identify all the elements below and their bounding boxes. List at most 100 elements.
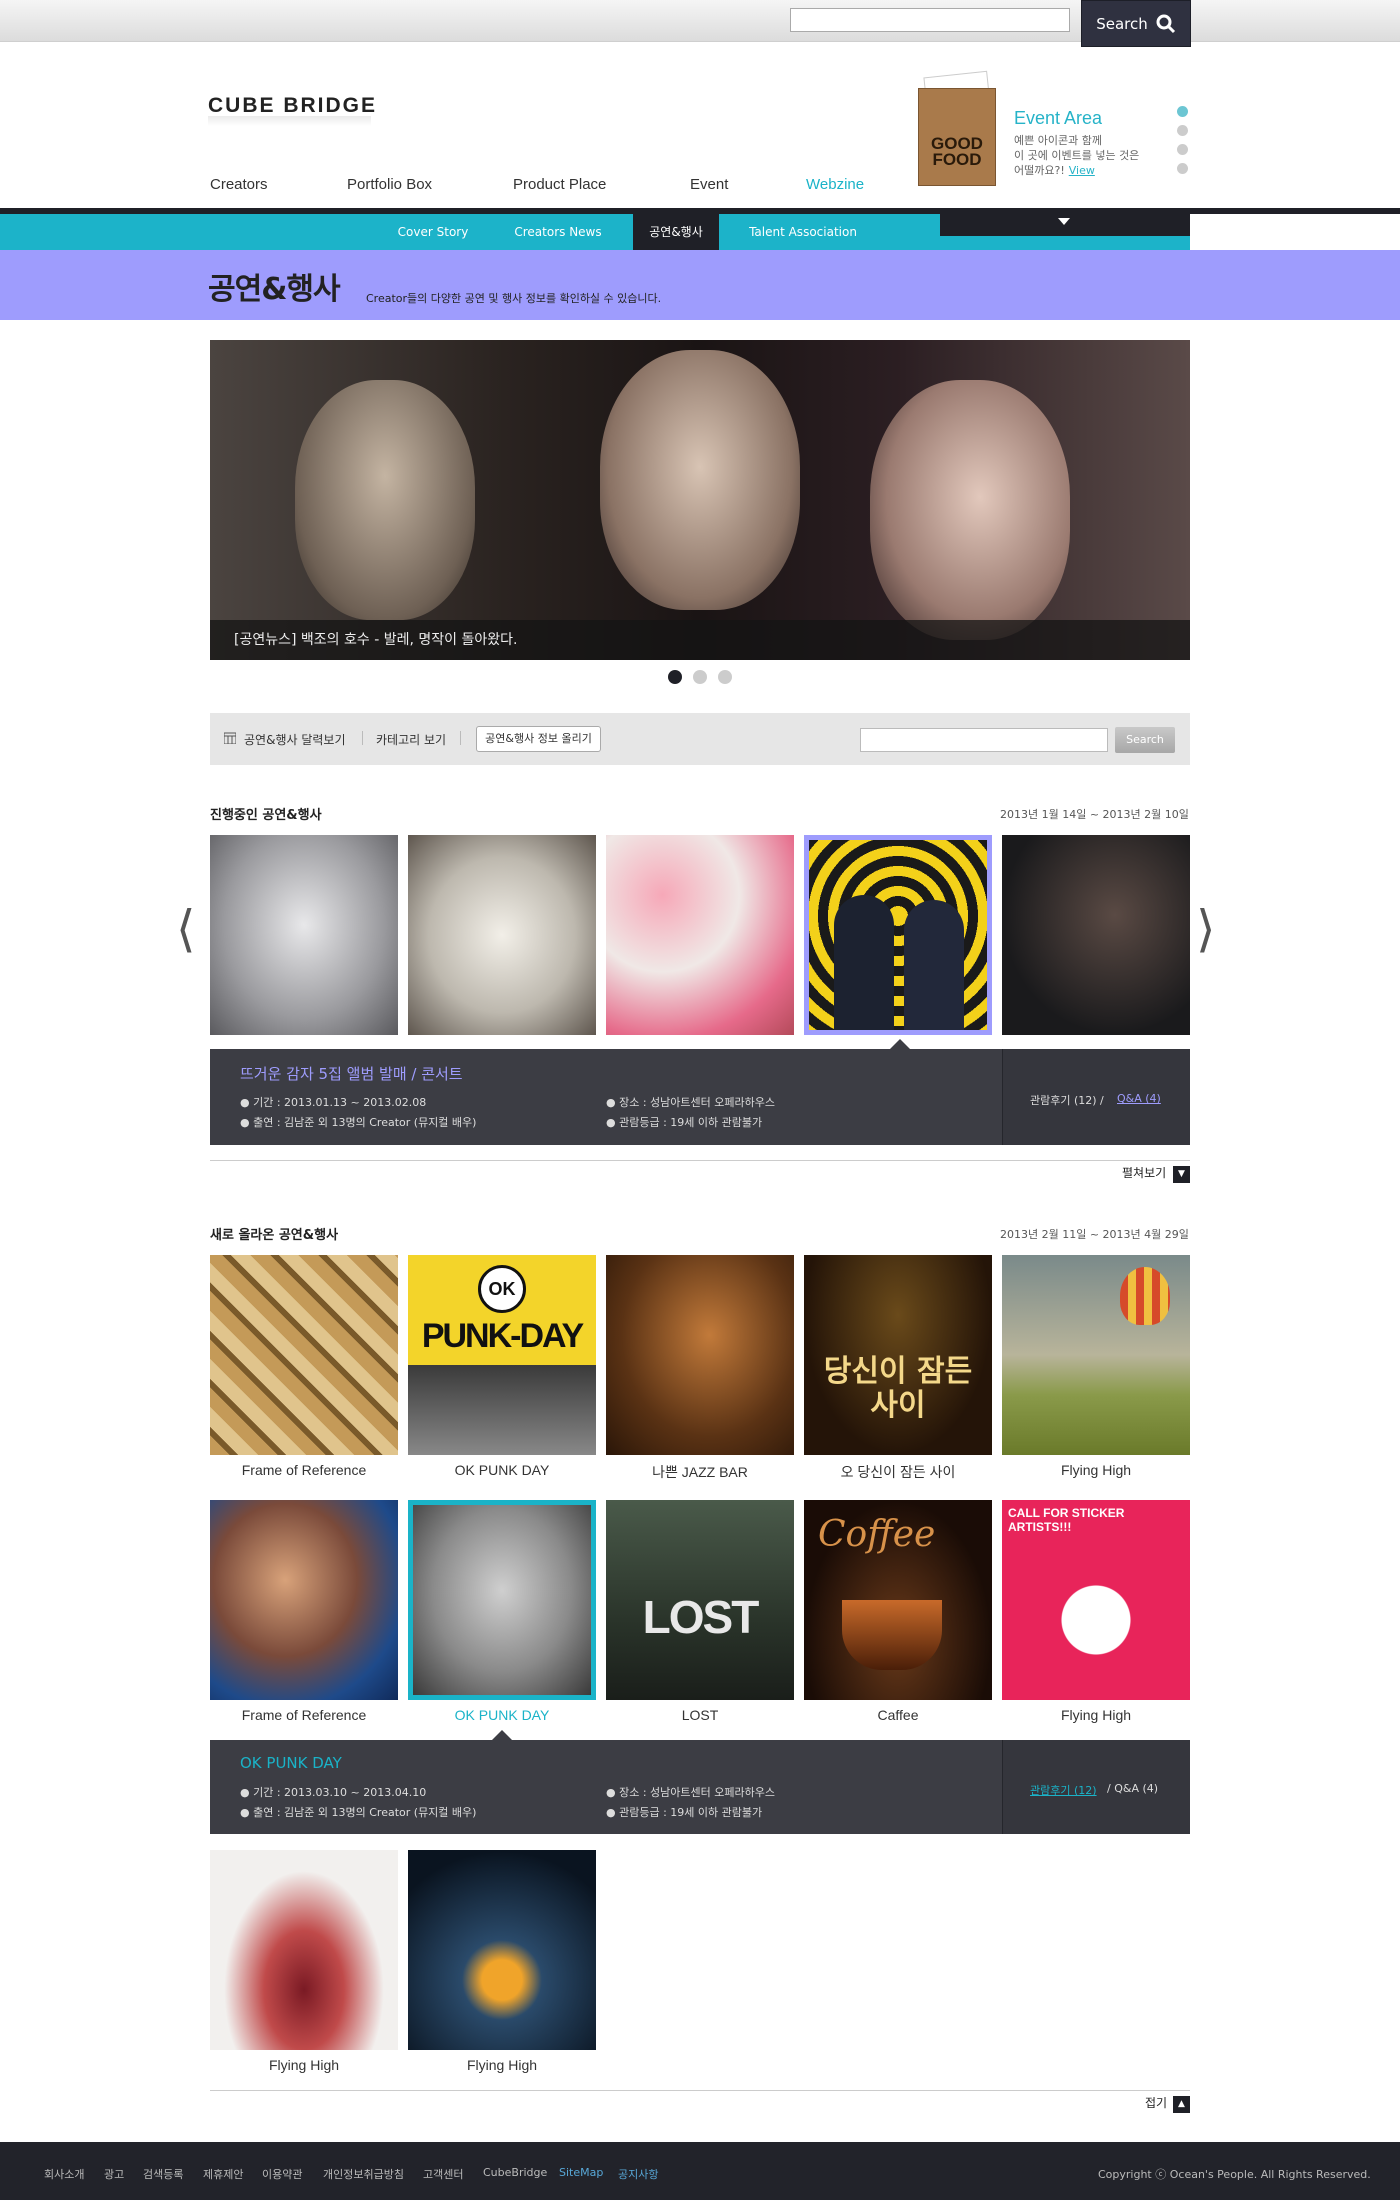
chevron-left-icon[interactable]: ⟨ bbox=[176, 900, 196, 958]
poster-musical-text: 당신이 잠든사이 bbox=[823, 1354, 973, 1423]
thumb-label[interactable]: OK PUNK DAY bbox=[408, 1462, 596, 1478]
thumb-label[interactable]: Caffee bbox=[804, 1707, 992, 1723]
subnav-talent-association[interactable]: Talent Association bbox=[738, 214, 868, 250]
footer-link[interactable]: 이용약관 bbox=[262, 2166, 302, 2182]
poster-punk-text: PUNK-DAY bbox=[421, 1317, 584, 1355]
event-pager-dot[interactable] bbox=[1177, 106, 1188, 117]
hero-portrait bbox=[870, 380, 1070, 640]
thumb-label[interactable]: Flying High bbox=[1002, 1707, 1190, 1723]
hero-pager-dot[interactable] bbox=[668, 670, 682, 684]
upload-event-button[interactable]: 공연&행사 정보 올리기 bbox=[476, 726, 601, 752]
selection-pointer bbox=[492, 1730, 512, 1740]
hero-pager-dot[interactable] bbox=[693, 670, 707, 684]
newly-review-link[interactable]: 관람후기 (12) bbox=[1030, 1782, 1097, 1798]
event-search-input[interactable] bbox=[860, 728, 1108, 752]
collapse-arrow-icon[interactable]: ▲ bbox=[1173, 2096, 1190, 2113]
newly-panel-title[interactable]: OK PUNK DAY bbox=[240, 1754, 342, 1772]
ongoing-title: 진행중인 공연&행사 bbox=[210, 808, 322, 823]
event-pager-dot[interactable] bbox=[1177, 163, 1188, 174]
thumb-label[interactable]: Frame of Reference bbox=[210, 1462, 398, 1478]
thumb-label-selected[interactable]: OK PUNK DAY bbox=[408, 1707, 596, 1723]
thumb-duo-selected[interactable] bbox=[804, 835, 992, 1035]
footer-link[interactable]: 검색등록 bbox=[143, 2166, 183, 2182]
thumb-label[interactable]: 나쁜 JAZZ BAR bbox=[606, 1462, 794, 1482]
category-view-link[interactable]: 카테고리 보기 bbox=[376, 731, 446, 748]
gnb-webzine[interactable]: Webzine bbox=[806, 176, 864, 193]
thumb-label[interactable]: Flying High bbox=[210, 2057, 398, 2073]
thumb-label[interactable]: Flying High bbox=[408, 2057, 596, 2073]
gnb-creators[interactable]: Creators bbox=[210, 176, 268, 193]
expand-arrow-icon[interactable]: ▼ bbox=[1173, 1166, 1190, 1183]
page-title: 공연&행사 bbox=[208, 272, 341, 307]
poster-coffee-text: Coffee bbox=[818, 1514, 936, 1555]
footer-link[interactable]: 회사소개 bbox=[44, 2166, 84, 2182]
thumb-musical[interactable]: 당신이 잠든사이 bbox=[804, 1255, 992, 1455]
thumb-punk-day[interactable]: OK PUNK-DAY bbox=[408, 1255, 596, 1455]
gnb-portfolio-box[interactable]: Portfolio Box bbox=[347, 176, 432, 193]
footer-link[interactable]: 고객센터 bbox=[423, 2166, 463, 2182]
thumb-william[interactable] bbox=[1002, 835, 1190, 1035]
divider bbox=[362, 731, 363, 745]
event-pager-dot[interactable] bbox=[1177, 125, 1188, 136]
section-divider bbox=[210, 1160, 1190, 1161]
footer-link-notice[interactable]: 공지사항 bbox=[618, 2166, 658, 2182]
hero-pager-dot[interactable] bbox=[718, 670, 732, 684]
logo[interactable]: CUBE BRIDGE bbox=[208, 94, 377, 118]
thumb-label[interactable]: 오 당신이 잠든 사이 bbox=[804, 1462, 992, 1482]
newly-qa-link[interactable]: / Q&A (4) bbox=[1107, 1782, 1158, 1795]
subnav-performance-event[interactable]: 공연&행사 bbox=[633, 214, 719, 250]
thumb-coffee[interactable]: Coffee bbox=[804, 1500, 992, 1700]
chevron-right-icon[interactable]: ⟩ bbox=[1196, 900, 1216, 958]
event-view-link[interactable]: View bbox=[1069, 164, 1095, 177]
calendar-view-link[interactable]: 공연&행사 달력보기 bbox=[244, 731, 346, 748]
thumb-portrait-art[interactable] bbox=[210, 1500, 398, 1700]
collapse-label[interactable]: 접기 bbox=[1145, 2094, 1167, 2111]
thumb-sticker[interactable]: CALL FOR STICKER ARTISTS!!! bbox=[1002, 1500, 1190, 1700]
hero-portrait bbox=[600, 350, 800, 610]
newly-rating: ● 관람등급 : 19세 이하 관람불가 bbox=[606, 1806, 763, 1819]
ongoing-panel-title[interactable]: 뜨거운 감자 5집 앨범 발매 / 콘서트 bbox=[240, 1063, 463, 1084]
ongoing-qa-link[interactable]: Q&A (4) bbox=[1117, 1092, 1161, 1105]
page-description: Creator들의 다양한 공연 및 행사 정보를 확인하실 수 있습니다. bbox=[366, 292, 662, 305]
thumb-fantasy-tree[interactable] bbox=[408, 835, 596, 1035]
gnb-product-place[interactable]: Product Place bbox=[513, 176, 606, 193]
hero-caption[interactable]: [공연뉴스] 백조의 호수 - 발레, 명작이 돌아왔다. bbox=[210, 620, 1190, 660]
poster-sticker-text: CALL FOR STICKER ARTISTS!!! bbox=[1008, 1506, 1125, 1534]
top-search-label: Search bbox=[1096, 14, 1148, 33]
thumb-frames[interactable] bbox=[210, 1255, 398, 1455]
chevron-down-icon[interactable] bbox=[1058, 218, 1070, 225]
subnav-cover-story[interactable]: Cover Story bbox=[383, 214, 483, 250]
thumb-label[interactable]: Flying High bbox=[1002, 1462, 1190, 1478]
footer-link[interactable]: 개인정보취급방침 bbox=[323, 2166, 404, 2182]
footer-link[interactable]: CubeBridge bbox=[483, 2166, 547, 2179]
thumb-fashion[interactable] bbox=[210, 1850, 398, 2050]
footer-link-sitemap[interactable]: SiteMap bbox=[559, 2166, 603, 2179]
event-desc-line: 어떨까요?! bbox=[1014, 164, 1065, 177]
top-search-button[interactable]: Search bbox=[1081, 0, 1191, 47]
thumb-ballet[interactable] bbox=[210, 835, 398, 1035]
event-search-button[interactable]: Search bbox=[1115, 727, 1175, 753]
person-silhouette bbox=[834, 895, 894, 1030]
gnb-event[interactable]: Event bbox=[690, 176, 728, 193]
event-pager-dot[interactable] bbox=[1177, 144, 1188, 155]
top-search-input[interactable] bbox=[790, 8, 1070, 32]
ongoing-date-range: 2013년 1월 14일 ~ 2013년 2월 10일 bbox=[1000, 808, 1189, 821]
thumb-label[interactable]: LOST bbox=[606, 1707, 794, 1723]
expand-label[interactable]: 펼쳐보기 bbox=[1122, 1164, 1166, 1181]
thumb-fantasy-girl[interactable] bbox=[408, 1850, 596, 2050]
selection-pointer bbox=[890, 1039, 910, 1049]
thumb-label[interactable]: Frame of Reference bbox=[210, 1707, 398, 1723]
thumb-blossoms[interactable] bbox=[606, 835, 794, 1035]
hero-banner[interactable] bbox=[210, 340, 1190, 660]
thumb-jazz-bar[interactable] bbox=[606, 1255, 794, 1455]
footer-link[interactable]: 제휴제안 bbox=[203, 2166, 243, 2182]
thumb-balloon[interactable] bbox=[1002, 1255, 1190, 1455]
thumb-lost[interactable]: LOST bbox=[606, 1500, 794, 1700]
poster-lost-text: LOST bbox=[642, 1591, 760, 1643]
ongoing-review-link[interactable]: 관람후기 (12) / bbox=[1030, 1092, 1104, 1108]
subnav-creators-news[interactable]: Creators News bbox=[503, 214, 613, 250]
newly-place: ● 장소 : 성남아트센터 오페라하우스 bbox=[606, 1786, 775, 1799]
footer-link[interactable]: 광고 bbox=[104, 2166, 124, 2182]
ongoing-place: ● 장소 : 성남아트센터 오페라하우스 bbox=[606, 1096, 775, 1109]
thumb-stone-face-selected[interactable] bbox=[408, 1500, 596, 1700]
